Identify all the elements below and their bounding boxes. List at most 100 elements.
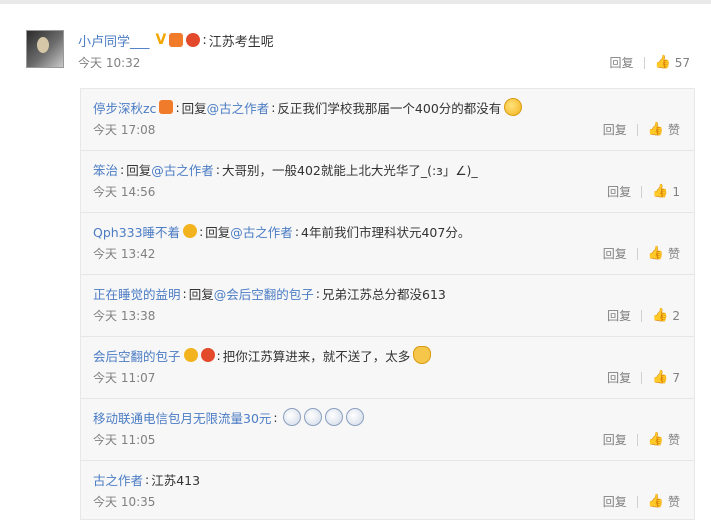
divider — [636, 247, 638, 260]
comment-panel: 小卢同学___ V : 江苏考生呢 今天 10:32 回复 👍 57 停步深秋z… — [0, 0, 711, 522]
reply-text: 江苏413 — [151, 472, 201, 488]
reply-time: 今天 13:38 — [93, 309, 156, 323]
like-count[interactable]: 7 — [672, 371, 680, 385]
reply-actions: 回复 👍 赞 — [603, 245, 680, 262]
reply-item: 古之作者 : 江苏413 今天 10:35 回复 👍 赞 — [81, 461, 694, 522]
member-badge-icon — [183, 348, 198, 362]
thumbs-up-icon[interactable]: 👍 — [652, 184, 668, 199]
reply-username[interactable]: 移动联通电信包月无限流量30元 — [93, 408, 271, 427]
divider — [636, 123, 638, 136]
like-count[interactable]: 赞 — [668, 493, 680, 510]
thumbs-up-icon[interactable]: 👍 — [652, 308, 668, 323]
colon-separator: : — [294, 223, 300, 239]
thumbs-up-icon[interactable]: 👍 — [648, 246, 664, 261]
main-comment-actions: 回复 👍 57 — [610, 54, 690, 71]
reply-button[interactable]: 回复 — [603, 245, 627, 262]
colon-separator: : — [273, 409, 278, 425]
colon-separator: : — [315, 285, 320, 301]
member-badge-icon — [169, 33, 184, 47]
divider — [641, 309, 643, 322]
reply-prefix: 回复 — [205, 224, 231, 240]
colon-separator: : — [199, 223, 204, 239]
reply-line: 古之作者 : 江苏413 — [93, 469, 200, 489]
reply-item: Qph333睡不着 : 回复 @古之作者 : 4年前我们市理科状元407分。 今… — [81, 213, 694, 275]
reply-line: 移动联通电信包月无限流量30元 : — [93, 407, 364, 427]
reply-button[interactable]: 回复 — [603, 493, 627, 510]
reply-time: 今天 10:35 — [93, 495, 156, 509]
reply-button[interactable]: 回复 — [607, 369, 631, 386]
thumbs-up-icon[interactable]: 👍 — [655, 55, 671, 70]
reply-prefix: 回复 — [126, 162, 152, 178]
like-count[interactable]: 1 — [672, 185, 680, 199]
reply-username[interactable]: 古之作者 — [93, 470, 143, 489]
reply-username[interactable]: 停步深秋zc — [93, 98, 156, 117]
reply-username[interactable]: 正在睡觉的益明 — [93, 284, 181, 303]
mention-link[interactable]: @古之作者 — [151, 160, 214, 179]
mention-link[interactable]: @会后空翻的包子 — [214, 284, 314, 303]
reply-item: 停步深秋zc : 回复 @古之作者 : 反正我们学校我那届一个400分的都没有 … — [81, 89, 694, 151]
reply-username[interactable]: 笨治 — [93, 160, 118, 179]
reply-username[interactable]: 会后空翻的包子 — [93, 346, 181, 365]
emoji-icon — [345, 408, 364, 426]
like-count[interactable]: 赞 — [668, 121, 680, 138]
reply-actions: 回复 👍 7 — [607, 369, 680, 386]
thumbs-up-icon[interactable]: 👍 — [652, 370, 668, 385]
divider — [636, 495, 638, 508]
main-comment-username[interactable]: 小卢同学___ — [78, 31, 150, 50]
divider — [643, 56, 645, 69]
colon-separator: : — [145, 471, 150, 487]
thumbs-up-icon[interactable]: 👍 — [648, 122, 664, 137]
mention-link[interactable]: @古之作者 — [207, 98, 270, 117]
thumbs-up-icon[interactable]: 👍 — [648, 432, 664, 447]
like-count[interactable]: 57 — [675, 56, 690, 70]
main-comment-time: 今天 10:32 — [78, 56, 141, 70]
reply-time: 今天 13:42 — [93, 247, 156, 261]
divider — [641, 371, 643, 384]
reply-time: 今天 11:05 — [93, 433, 156, 447]
reply-line: 笨治 : 回复 @古之作者 : 大哥别，一般402就能上北大光华了_(:з」∠)… — [93, 159, 478, 179]
reply-text: 4年前我们市理科状元407分。 — [301, 224, 471, 240]
mention-link[interactable]: @古之作者 — [230, 222, 293, 241]
like-count[interactable]: 赞 — [668, 431, 680, 448]
reply-button[interactable]: 回复 — [607, 307, 631, 324]
reply-username[interactable]: Qph333睡不着 — [93, 222, 180, 241]
reply-time: 今天 14:56 — [93, 185, 156, 199]
reply-time: 今天 17:08 — [93, 123, 156, 137]
reply-line: Qph333睡不着 : 回复 @古之作者 : 4年前我们市理科状元407分。 — [93, 221, 470, 241]
replies-list: 停步深秋zc : 回复 @古之作者 : 反正我们学校我那届一个400分的都没有 … — [80, 88, 695, 520]
avatar[interactable] — [26, 30, 64, 68]
member-badge-icon — [159, 100, 174, 114]
colon-separator: : — [216, 347, 221, 363]
reply-actions: 回复 👍 赞 — [603, 431, 680, 448]
reply-button[interactable]: 回复 — [610, 54, 634, 71]
laughing-emoji-icon — [504, 98, 523, 116]
reply-button[interactable]: 回复 — [603, 121, 627, 138]
thumbs-up-icon[interactable]: 👍 — [648, 494, 664, 509]
colon-separator: : — [175, 99, 180, 115]
reply-text: 把你江苏算进来，就不送了，太多 — [222, 348, 411, 364]
colon-separator: : — [215, 161, 220, 177]
reply-item: 笨治 : 回复 @古之作者 : 大哥别，一般402就能上北大光华了_(:з」∠)… — [81, 151, 694, 213]
reply-line: 正在睡觉的益明 : 回复 @会后空翻的包子 : 兄弟江苏总分都没613 — [93, 283, 446, 303]
reply-prefix: 回复 — [181, 100, 207, 116]
reply-line: 会后空翻的包子 : 把你江苏算进来，就不送了，太多 — [93, 345, 432, 365]
emoji-icon — [303, 408, 322, 426]
level-badge-icon — [186, 33, 201, 47]
verified-v-icon: V — [155, 32, 167, 48]
level-badge-icon — [200, 348, 215, 362]
colon-separator: : — [120, 161, 125, 177]
reply-button[interactable]: 回复 — [603, 431, 627, 448]
like-count[interactable]: 赞 — [668, 245, 680, 262]
reply-button[interactable]: 回复 — [607, 183, 631, 200]
colon-separator: : — [202, 32, 207, 48]
reply-item: 移动联通电信包月无限流量30元 : 今天 11:05 回复 👍 赞 — [81, 399, 694, 461]
colon-separator: : — [182, 285, 187, 301]
divider — [641, 185, 643, 198]
reply-actions: 回复 👍 赞 — [603, 121, 680, 138]
reply-actions: 回复 👍 1 — [607, 183, 680, 200]
divider — [636, 433, 638, 446]
member-badge-icon — [183, 224, 198, 238]
main-comment-text: 江苏考生呢 — [208, 34, 274, 50]
like-count[interactable]: 2 — [672, 309, 680, 323]
emoji-icon — [324, 408, 343, 426]
